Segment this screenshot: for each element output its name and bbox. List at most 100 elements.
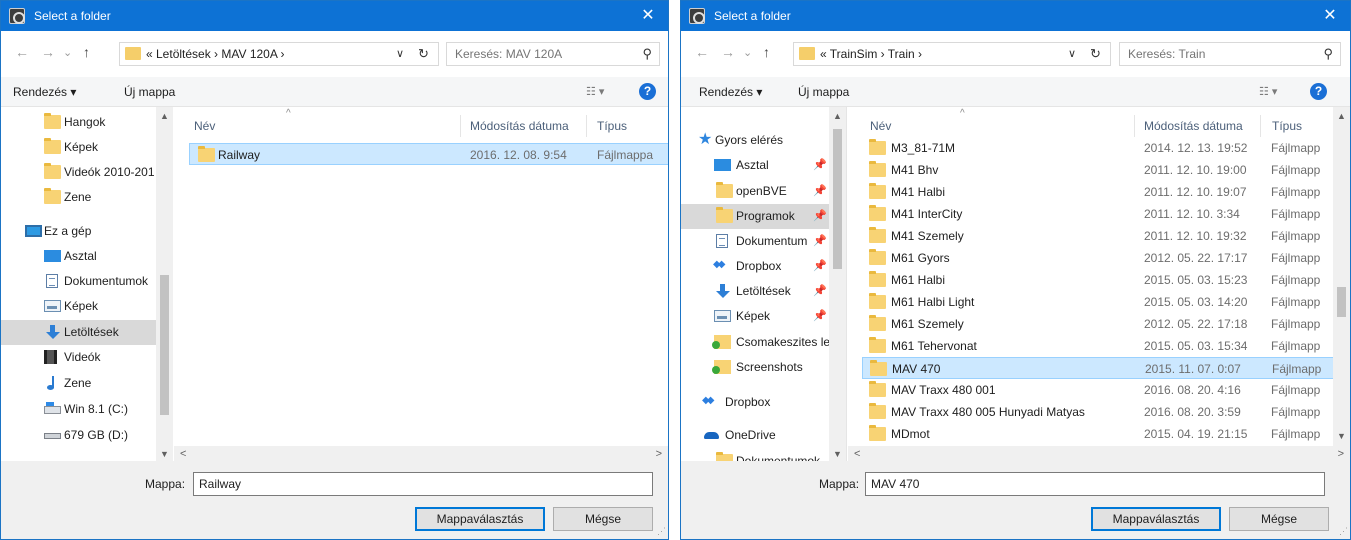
- sidebar-item-programok[interactable]: Programok 📌: [681, 204, 829, 229]
- close-button[interactable]: ✕: [628, 1, 668, 31]
- sidebar-item-679-gb-d[interactable]: 679 GB (D:): [1, 423, 156, 448]
- sidebar-item-onedrive[interactable]: OneDrive: [681, 423, 829, 448]
- file-row[interactable]: MAV Traxx 480 001 2016. 08. 20. 4:16 Fájlm…: [862, 379, 1333, 401]
- folder-name-input[interactable]: [194, 473, 652, 495]
- new-folder-button[interactable]: Új mappa: [124, 85, 175, 99]
- nav-scrollbar[interactable]: ▲ ▼: [156, 107, 173, 463]
- sidebar-item-dropbox[interactable]: Dropbox 📌: [681, 254, 829, 279]
- address-bar[interactable]: « TrainSim › Train › ∨ ↻: [793, 42, 1111, 66]
- sidebar-item-openbve[interactable]: openBVE 📌: [681, 179, 829, 204]
- file-row[interactable]: MAV 470 2015. 11. 07. 0:07 Fájlmapp: [862, 357, 1333, 379]
- sidebar-item-dropbox[interactable]: Dropbox: [681, 390, 829, 415]
- scroll-down-icon[interactable]: ▼: [829, 449, 846, 459]
- folder-field[interactable]: [865, 472, 1325, 496]
- up-arrow-icon[interactable]: ↑: [83, 44, 90, 60]
- sidebar-item-dokumentumok[interactable]: Dokumentumok: [1, 269, 156, 294]
- column-divider[interactable]: [586, 115, 587, 137]
- search-icon[interactable]: ⚲: [1323, 46, 1333, 62]
- file-row[interactable]: MDmot 2015. 04. 19. 21:15 Fájlmapp: [862, 423, 1333, 445]
- scroll-down-icon[interactable]: ▼: [1333, 431, 1350, 441]
- scroll-right-icon[interactable]: >: [1338, 448, 1344, 460]
- forward-arrow-icon[interactable]: →: [41, 44, 55, 60]
- search-input[interactable]: [447, 43, 659, 65]
- breadcrumb[interactable]: « TrainSim › Train ›: [820, 47, 922, 61]
- forward-arrow-icon[interactable]: →: [721, 44, 735, 60]
- sidebar-item-gyors-el-r-s[interactable]: Gyors elérés: [681, 128, 829, 153]
- search-box[interactable]: ⚲: [446, 42, 660, 66]
- file-list-scrollbar[interactable]: ▲ ▼: [1333, 107, 1350, 446]
- back-arrow-icon[interactable]: ←: [695, 44, 709, 60]
- file-row[interactable]: M61 Szemely 2012. 05. 22. 17:18 Fájlmapp: [862, 313, 1333, 335]
- refresh-icon[interactable]: ↻: [1090, 46, 1101, 62]
- file-row[interactable]: M41 Bhv 2011. 12. 10. 19:00 Fájlmapp: [862, 159, 1333, 181]
- sidebar-item-csomakeszites-le[interactable]: Csomakeszites le: [681, 330, 829, 355]
- file-row[interactable]: M61 Halbi Light 2015. 05. 03. 14:20 Fájlma…: [862, 291, 1333, 313]
- resize-grip[interactable]: ⋰: [657, 526, 666, 537]
- scroll-left-icon[interactable]: <: [854, 448, 860, 460]
- refresh-icon[interactable]: ↻: [418, 46, 429, 62]
- sidebar-item-zene[interactable]: Zene: [1, 185, 156, 210]
- recent-locations-icon[interactable]: ⌄: [743, 46, 752, 59]
- help-icon[interactable]: ?: [1310, 83, 1327, 100]
- scroll-thumb[interactable]: [160, 275, 169, 415]
- sidebar-item-dokumentum[interactable]: Dokumentum 📌: [681, 229, 829, 254]
- scroll-up-icon[interactable]: ▲: [1333, 111, 1350, 121]
- view-options-icon[interactable]: ☷ ▾: [586, 85, 604, 98]
- title-bar[interactable]: Select a folder ✕: [1, 1, 668, 31]
- sidebar-item-let-lt-sek[interactable]: Letöltések 📌: [681, 279, 829, 304]
- sidebar-item-k-pek[interactable]: Képek: [1, 294, 156, 319]
- folder-field[interactable]: [193, 472, 653, 496]
- sidebar-item-ez-a-g-p[interactable]: Ez a gép: [1, 219, 156, 244]
- close-button[interactable]: ✕: [1310, 1, 1350, 31]
- file-row[interactable]: M3_81-71M 2014. 12. 13. 19:52 Fájlmapp: [862, 137, 1333, 159]
- new-folder-button[interactable]: Új mappa: [798, 85, 849, 99]
- sidebar-item-zene[interactable]: Zene: [1, 371, 156, 396]
- view-options-icon[interactable]: ☷ ▾: [1259, 85, 1277, 98]
- select-folder-button[interactable]: Mappaválasztás: [415, 507, 545, 531]
- scroll-left-icon[interactable]: <: [180, 448, 186, 460]
- cancel-button[interactable]: Mégse: [553, 507, 653, 531]
- select-folder-button[interactable]: Mappaválasztás: [1091, 507, 1221, 531]
- file-row[interactable]: MAV Traxx 480 005 Hunyadi Matyas 2016. 08…: [862, 401, 1333, 423]
- file-row[interactable]: M61 Gyors 2012. 05. 22. 17:17 Fájlmapp: [862, 247, 1333, 269]
- search-icon[interactable]: ⚲: [642, 46, 652, 62]
- column-type[interactable]: Típus: [597, 119, 627, 133]
- nav-scrollbar[interactable]: ▲ ▼: [829, 107, 846, 463]
- scroll-up-icon[interactable]: ▲: [829, 111, 846, 121]
- breadcrumb[interactable]: « Letöltések › MAV 120A ›: [146, 47, 285, 61]
- address-bar[interactable]: « Letöltések › MAV 120A › ∨ ↻: [119, 42, 439, 66]
- organize-button[interactable]: Rendezés ▾: [13, 85, 76, 99]
- up-arrow-icon[interactable]: ↑: [763, 44, 770, 60]
- back-arrow-icon[interactable]: ←: [15, 44, 29, 60]
- sidebar-item-k-pek[interactable]: Képek: [1, 135, 156, 160]
- sidebar-item-k-pek[interactable]: Képek 📌: [681, 304, 829, 329]
- help-icon[interactable]: ?: [639, 83, 656, 100]
- scroll-up-icon[interactable]: ▲: [156, 111, 173, 121]
- file-row[interactable]: M41 Halbi 2011. 12. 10. 19:07 Fájlmapp: [862, 181, 1333, 203]
- column-divider[interactable]: [460, 115, 461, 137]
- address-dropdown-icon[interactable]: ∨: [1068, 47, 1076, 60]
- scroll-thumb[interactable]: [833, 129, 842, 269]
- sidebar-item-hangok[interactable]: Hangok: [1, 110, 156, 135]
- column-divider[interactable]: [1134, 115, 1135, 137]
- sidebar-item-screenshots[interactable]: Screenshots: [681, 355, 829, 380]
- file-row[interactable]: M41 Szemely 2011. 12. 10. 19:32 Fájlmapp: [862, 225, 1333, 247]
- organize-button[interactable]: Rendezés ▾: [699, 85, 762, 99]
- sidebar-item-vide-k-2010-201[interactable]: Videók 2010-201: [1, 160, 156, 185]
- file-row[interactable]: Railway 2016. 12. 08. 9:54 Fájlmappa: [189, 143, 668, 165]
- sidebar-item-dokumentumok[interactable]: Dokumentumok: [681, 449, 829, 461]
- column-name[interactable]: Név: [870, 119, 891, 133]
- scroll-down-icon[interactable]: ▼: [156, 449, 173, 459]
- search-box[interactable]: ⚲: [1119, 42, 1341, 66]
- sidebar-item-asztal[interactable]: Asztal: [1, 244, 156, 269]
- title-bar[interactable]: Select a folder ✕: [681, 1, 1350, 31]
- cancel-button[interactable]: Mégse: [1229, 507, 1329, 531]
- sidebar-item-vide-k[interactable]: Videók: [1, 345, 156, 370]
- scroll-thumb[interactable]: [1337, 287, 1346, 317]
- folder-name-input[interactable]: [866, 473, 1324, 495]
- sidebar-item-win-8-1-c[interactable]: Win 8.1 (C:): [1, 397, 156, 422]
- column-date[interactable]: Módosítás dátuma: [470, 119, 569, 133]
- column-type[interactable]: Típus: [1272, 119, 1302, 133]
- column-name[interactable]: Név: [194, 119, 215, 133]
- recent-locations-icon[interactable]: ⌄: [63, 46, 72, 59]
